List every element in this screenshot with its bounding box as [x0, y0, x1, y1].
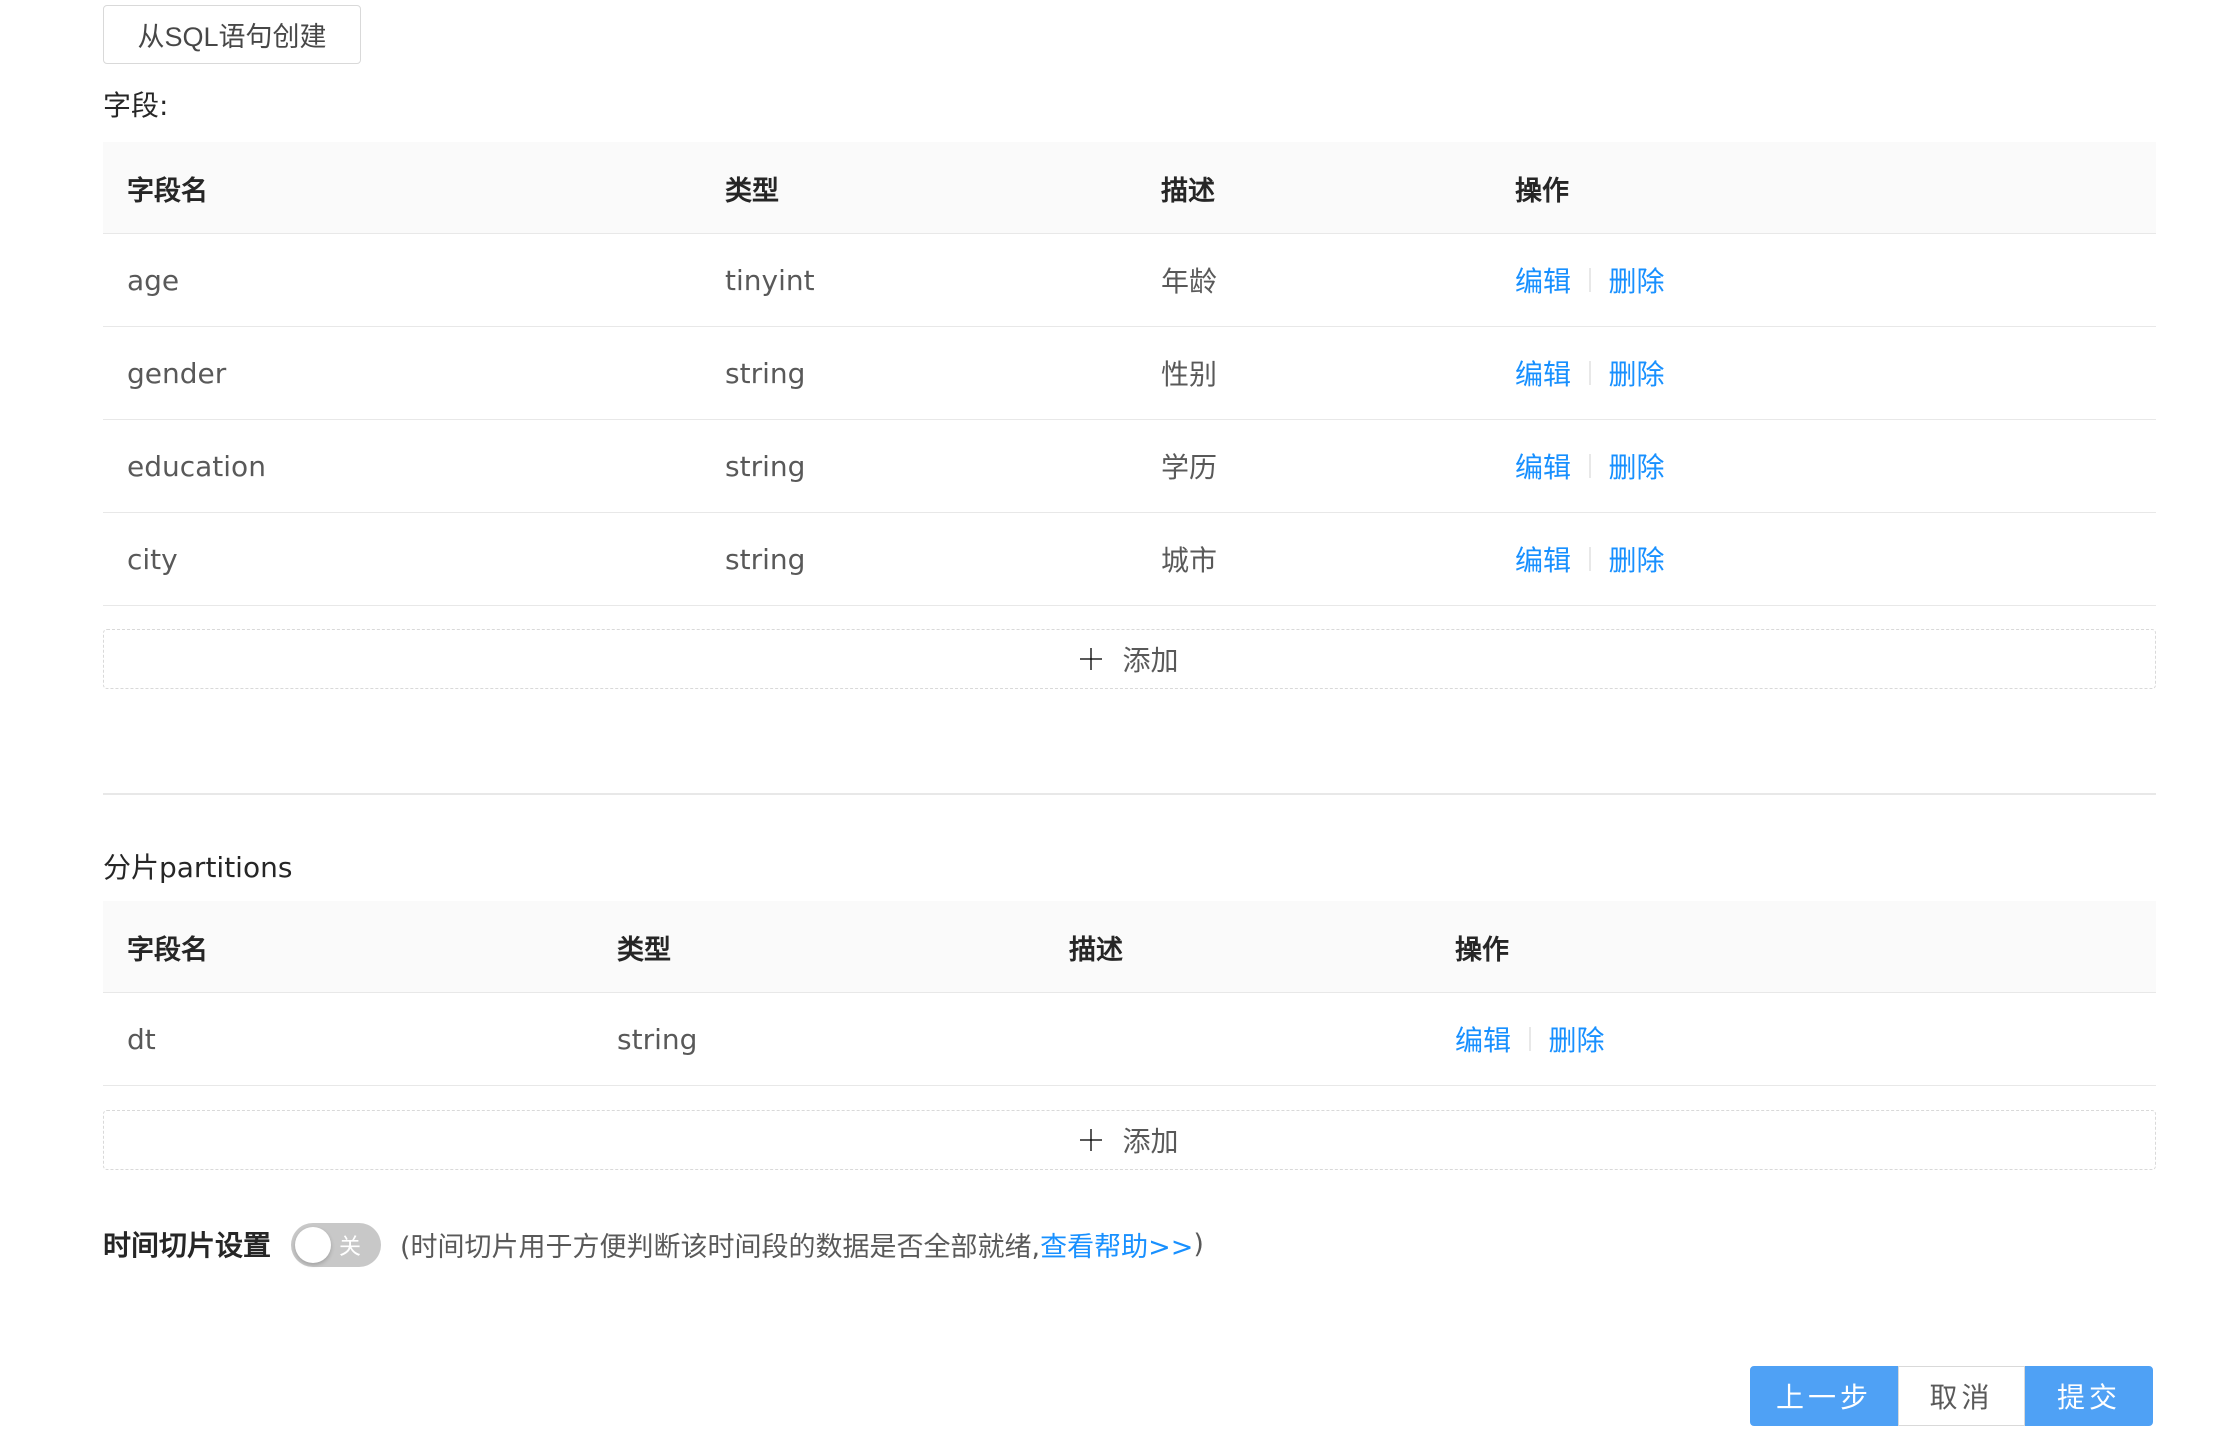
field-type: string [725, 356, 806, 390]
action-divider [1589, 268, 1591, 292]
create-from-sql-button[interactable]: 从SQL语句创建 [103, 5, 361, 64]
add-field-button[interactable]: 添加 [103, 629, 2156, 689]
edit-link[interactable]: 编辑 [1515, 260, 1571, 300]
delete-link[interactable]: 删除 [1609, 539, 1665, 579]
table-row: education string 学历 编辑 删除 [103, 420, 2156, 513]
partitions-section-label: 分片partitions [103, 851, 293, 884]
column-header-name: 字段名 [127, 934, 208, 966]
field-type: tinyint [725, 263, 815, 297]
help-link[interactable]: 查看帮助>> [1040, 1225, 1193, 1264]
column-header-type: 类型 [617, 934, 671, 966]
edit-link[interactable]: 编辑 [1515, 353, 1571, 393]
fields-section-label: 字段: [103, 89, 169, 122]
field-desc: 学历 [1161, 451, 1218, 484]
time-slice-desc-prefix: (时间切片用于方便判断该时间段的数据是否全部就绪, [400, 1231, 1041, 1263]
add-field-label: 添加 [1122, 644, 1179, 677]
row-actions: 编辑 删除 [1515, 234, 1665, 326]
field-desc: 性别 [1161, 358, 1218, 391]
time-slice-description: (时间切片用于方便判断该时间段的数据是否全部就绪, 查看帮助>>) [400, 1222, 1204, 1266]
add-partition-label: 添加 [1122, 1125, 1179, 1158]
edit-link[interactable]: 编辑 [1515, 446, 1571, 486]
row-actions: 编辑 删除 [1515, 513, 1665, 605]
switch-knob [295, 1227, 331, 1263]
submit-button[interactable]: 提交 [2025, 1366, 2153, 1426]
row-actions: 编辑 删除 [1515, 327, 1665, 419]
plus-icon [1080, 1129, 1103, 1151]
time-slice-switch[interactable]: 关 [291, 1223, 381, 1267]
delete-link[interactable]: 删除 [1609, 260, 1665, 300]
action-divider [1529, 1027, 1531, 1051]
partition-name: dt [127, 1022, 156, 1056]
edit-link[interactable]: 编辑 [1515, 539, 1571, 579]
column-header-desc: 描述 [1161, 175, 1215, 207]
fields-table: 字段名 类型 描述 操作 age tinyint 年龄 编辑 删除 gender… [103, 142, 2156, 606]
footer-button-group: 上一步 取消 提交 [1750, 1366, 2153, 1426]
row-actions: 编辑 删除 [1455, 993, 1605, 1085]
column-header-actions: 操作 [1515, 175, 1569, 207]
field-name: gender [127, 356, 227, 390]
edit-link[interactable]: 编辑 [1455, 1019, 1511, 1059]
action-divider [1589, 547, 1591, 571]
delete-link[interactable]: 删除 [1609, 446, 1665, 486]
column-header-actions: 操作 [1455, 934, 1509, 966]
switch-state-text: 关 [339, 1235, 362, 1260]
column-header-type: 类型 [725, 175, 779, 207]
action-divider [1589, 454, 1591, 478]
delete-link[interactable]: 删除 [1609, 353, 1665, 393]
section-divider [103, 793, 2156, 795]
field-name: age [127, 263, 180, 297]
column-header-name: 字段名 [127, 175, 208, 207]
partitions-table: 字段名 类型 描述 操作 dt string 编辑 删除 [103, 901, 2156, 1086]
time-slice-label: 时间切片设置 [103, 1229, 272, 1262]
field-type: string [725, 449, 806, 483]
field-name: education [127, 449, 266, 483]
partitions-table-header: 字段名 类型 描述 操作 [103, 901, 2156, 993]
delete-link[interactable]: 删除 [1549, 1019, 1605, 1059]
field-desc: 城市 [1161, 544, 1218, 577]
action-divider [1589, 361, 1591, 385]
table-row: city string 城市 编辑 删除 [103, 513, 2156, 606]
time-slice-desc-suffix: ) [1193, 1228, 1204, 1260]
fields-table-header: 字段名 类型 描述 操作 [103, 142, 2156, 234]
field-desc: 年龄 [1161, 265, 1218, 298]
field-type: string [725, 542, 806, 576]
table-row: age tinyint 年龄 编辑 删除 [103, 234, 2156, 327]
partition-type: string [617, 1022, 698, 1056]
row-actions: 编辑 删除 [1515, 420, 1665, 512]
field-name: city [127, 542, 178, 576]
cancel-button[interactable]: 取消 [1898, 1366, 2025, 1426]
previous-step-button[interactable]: 上一步 [1750, 1366, 1898, 1426]
table-row: dt string 编辑 删除 [103, 993, 2156, 1086]
plus-icon [1080, 648, 1103, 670]
column-header-desc: 描述 [1069, 934, 1123, 966]
add-partition-button[interactable]: 添加 [103, 1110, 2156, 1170]
table-row: gender string 性别 编辑 删除 [103, 327, 2156, 420]
